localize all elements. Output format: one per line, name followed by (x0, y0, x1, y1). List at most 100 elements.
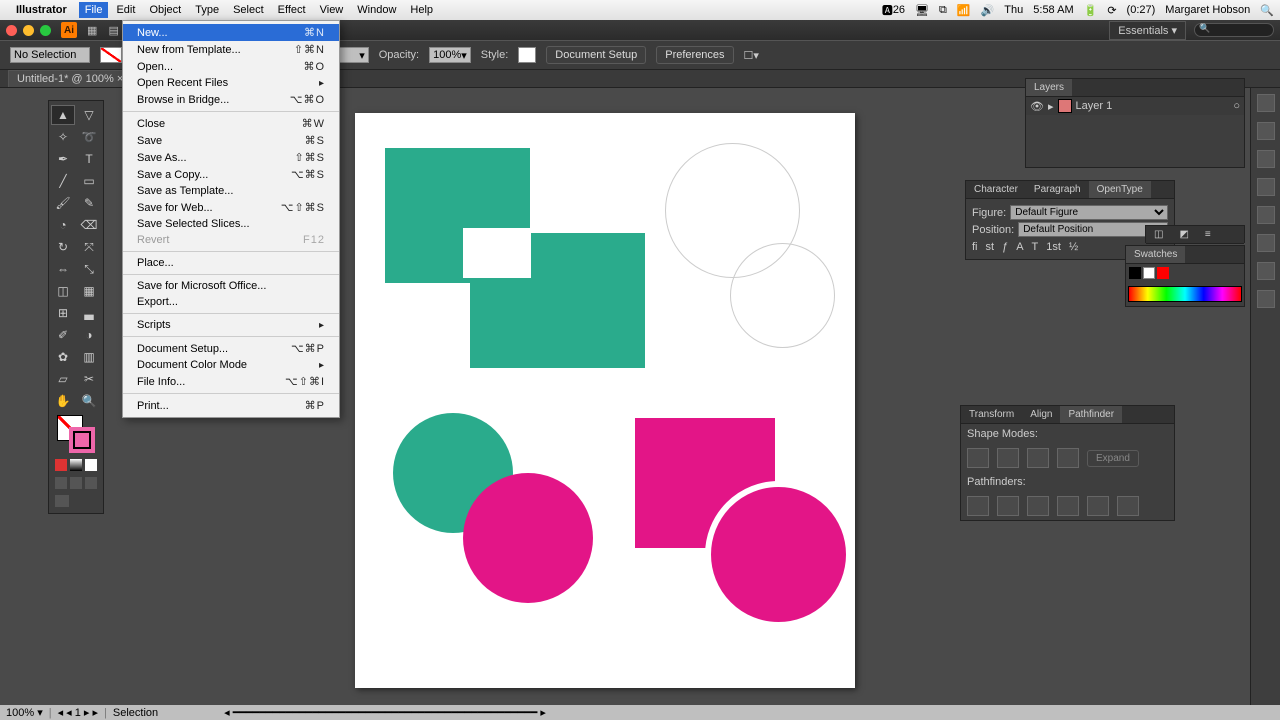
eraser-tool[interactable]: ⌫ (77, 215, 101, 235)
display-icon[interactable]: 🖥 (915, 4, 929, 17)
clock-time[interactable]: 5:58 AM (1033, 4, 1073, 16)
layer-row[interactable]: 👁 ▸ Layer 1 ○ (1026, 97, 1244, 115)
collapsed-brushes[interactable] (1257, 290, 1275, 308)
menu-file[interactable]: File (79, 2, 109, 18)
unite-button[interactable] (967, 448, 989, 468)
menu-effect[interactable]: Effect (278, 4, 306, 16)
menu-edit[interactable]: Edit (116, 4, 135, 16)
blob-brush-tool[interactable]: ◔ (51, 215, 75, 235)
adobe-badge[interactable]: 🅰 26 (882, 2, 905, 18)
zoom-tool[interactable]: 🔍 (77, 391, 101, 411)
file-menu-new-from-template[interactable]: New from Template...⇧⌘N (123, 41, 339, 58)
ot-btn-5[interactable]: T (1032, 241, 1039, 253)
ot-btn-3[interactable]: ƒ (1002, 241, 1008, 253)
outline-button[interactable] (1087, 496, 1109, 516)
swatch-white[interactable] (1143, 267, 1155, 279)
swatch-red[interactable] (1157, 267, 1169, 279)
pathfinder-tab[interactable]: Pathfinder (1060, 406, 1122, 423)
wifi-icon[interactable]: 📶 (957, 4, 971, 17)
ot-btn-2[interactable]: st (986, 241, 995, 253)
menu-view[interactable]: View (320, 4, 344, 16)
clock-day[interactable]: Thu (1004, 4, 1023, 16)
file-menu-export[interactable]: Export... (123, 294, 339, 310)
collapsed-color[interactable] (1257, 94, 1275, 112)
shape-builder-tool[interactable]: ◫ (51, 281, 75, 301)
scale-tool[interactable]: ⤧ (77, 237, 101, 257)
direct-selection-tool[interactable]: ▽ (77, 105, 101, 125)
file-menu-save-as-template[interactable]: Save as Template... (123, 183, 339, 199)
draw-normal-icon[interactable] (55, 477, 67, 489)
fill-swatch[interactable] (100, 47, 122, 63)
merge-button[interactable] (1027, 496, 1049, 516)
shape-pink-circle-b[interactable] (705, 481, 852, 628)
collapsed-graphicstyles[interactable] (1257, 234, 1275, 252)
divide-button[interactable] (967, 496, 989, 516)
file-menu-save-for-web[interactable]: Save for Web...⌥⇧⌘S (123, 199, 339, 216)
minimize-icon[interactable] (23, 25, 34, 36)
collapsed-gradient[interactable] (1257, 150, 1275, 168)
file-menu-document-setup[interactable]: Document Setup...⌥⌘P (123, 340, 339, 357)
pen-tool[interactable]: ✒ (51, 149, 75, 169)
eyedropper-tool[interactable]: ✐ (51, 325, 75, 345)
collapsed-transparency[interactable] (1257, 178, 1275, 196)
preferences-button[interactable]: Preferences (656, 46, 733, 64)
file-menu-place[interactable]: Place... (123, 255, 339, 271)
menu-help[interactable]: Help (410, 4, 433, 16)
menu-window[interactable]: Window (357, 4, 396, 16)
visibility-icon[interactable]: 👁 (1030, 100, 1044, 113)
pencil-tool[interactable]: ✎ (77, 193, 101, 213)
collapsed-symbols[interactable] (1257, 262, 1275, 280)
close-icon[interactable] (6, 25, 17, 36)
file-menu-open[interactable]: Open...⌘O (123, 58, 339, 75)
rectangle-tool[interactable]: ▭ (77, 171, 101, 191)
width-tool[interactable]: ⇔ (51, 259, 75, 279)
timer[interactable]: (0:27) (1127, 4, 1156, 16)
ot-btn-4[interactable]: A (1016, 241, 1023, 253)
volume-icon[interactable]: 🔊 (981, 4, 995, 17)
minus-back-button[interactable] (1117, 496, 1139, 516)
mini-tab-3[interactable]: ≡ (1197, 226, 1219, 243)
file-menu-browse-in-bridge[interactable]: Browse in Bridge...⌥⌘O (123, 91, 339, 108)
transform-tab[interactable]: Transform (961, 406, 1022, 423)
color-mode-icon[interactable] (55, 459, 67, 471)
fill-stroke-swatches[interactable] (51, 413, 101, 455)
screen-mode-icon[interactable] (55, 495, 69, 507)
color-spectrum[interactable] (1128, 286, 1242, 302)
draw-behind-icon[interactable] (70, 477, 82, 489)
scrollbar-h[interactable]: ◂ ━━━━━━━━━━━━━━━━━━━━━━━━━━━━━━━━━━━━━━… (224, 706, 546, 719)
file-menu-scripts[interactable]: Scripts (123, 317, 339, 333)
exclude-button[interactable] (1057, 448, 1079, 468)
mesh-tool[interactable]: ⊞ (51, 303, 75, 323)
shape-outline-circle-2[interactable] (730, 243, 835, 348)
layer-name[interactable]: Layer 1 (1076, 100, 1113, 112)
window-traffic-lights[interactable] (6, 25, 51, 36)
mini-tab-1[interactable]: ◫ (1146, 226, 1171, 243)
artboard-nav[interactable]: ◂ ◂ 1 ▸ ▸ (58, 706, 98, 719)
file-menu-save-for-microsoft-office[interactable]: Save for Microsoft Office... (123, 278, 339, 294)
file-menu-new[interactable]: New...⌘N (123, 24, 339, 41)
zoom-icon[interactable] (40, 25, 51, 36)
hand-tool[interactable]: ✋ (51, 391, 75, 411)
menu-select[interactable]: Select (233, 4, 264, 16)
minus-front-button[interactable] (997, 448, 1019, 468)
workspace-switcher[interactable]: Essentials ▾ (1109, 21, 1186, 40)
zoom-level[interactable]: 100% ▾ (6, 706, 43, 719)
selection-tool[interactable]: ▲ (51, 105, 75, 125)
spotlight-icon[interactable]: 🔍 (1260, 4, 1274, 17)
intersect-button[interactable] (1027, 448, 1049, 468)
swatch-black[interactable] (1129, 267, 1141, 279)
layer-expand-icon[interactable]: ▸ (1048, 100, 1054, 113)
gradient-tool[interactable]: ▃ (77, 303, 101, 323)
file-menu-save-as[interactable]: Save As...⇧⌘S (123, 149, 339, 166)
collapsed-stroke[interactable] (1257, 122, 1275, 140)
symbol-sprayer-tool[interactable]: ✿ (51, 347, 75, 367)
ot-btn-1[interactable]: fi (972, 241, 978, 253)
document-tab[interactable]: Untitled-1* @ 100% × (8, 70, 132, 87)
slice-tool[interactable]: ✂ (77, 369, 101, 389)
draw-inside-icon[interactable] (85, 477, 97, 489)
ot-btn-6[interactable]: 1st (1046, 241, 1061, 253)
align-tab[interactable]: Align (1022, 406, 1060, 423)
opacity-value[interactable]: 100% ▾ (429, 47, 471, 63)
trim-button[interactable] (997, 496, 1019, 516)
shape-pink-circle-a[interactable] (463, 473, 593, 603)
